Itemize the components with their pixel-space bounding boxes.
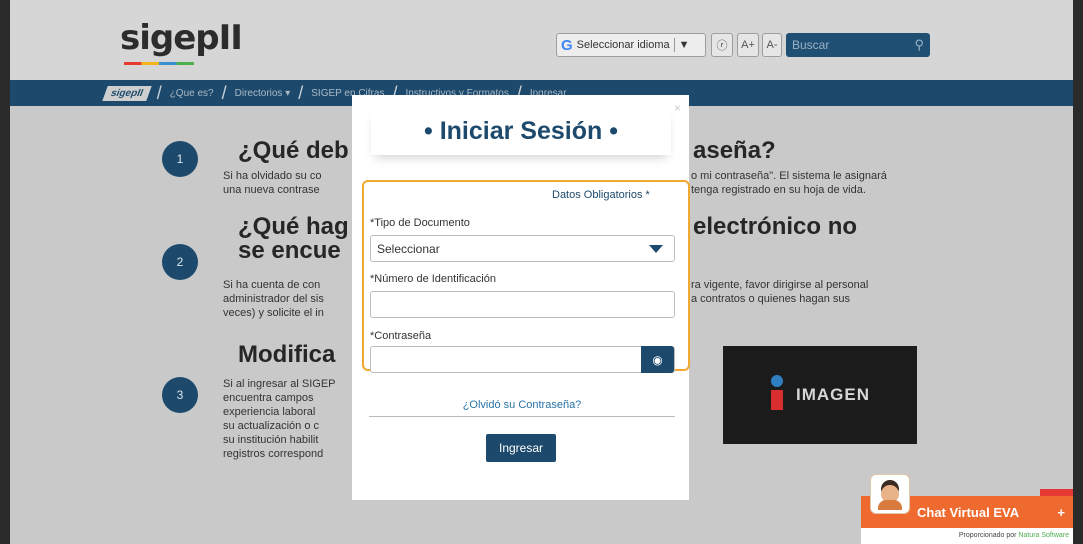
doc-type-value: Seleccionar: [377, 241, 440, 256]
nav-item-que-es[interactable]: ¿Que es?: [170, 88, 214, 99]
modal-title: • Iniciar Sesión •: [371, 107, 671, 155]
password-label: *Contraseña: [370, 330, 432, 342]
page-frame: sigepII G Seleccionar idioma ▼ ⓡ A+ A- B…: [10, 0, 1073, 544]
login-button[interactable]: Ingresar: [486, 434, 556, 462]
close-icon[interactable]: ×: [674, 101, 681, 115]
divider: /: [156, 82, 162, 103]
logo-stripe: [124, 62, 194, 65]
step-title-right: aseña?: [693, 137, 776, 164]
sigep-logo[interactable]: sigepII: [120, 18, 243, 65]
image-label: IMAGEN: [796, 385, 870, 404]
rss-icon: ⓡ: [716, 40, 728, 52]
password-input[interactable]: ◉: [370, 346, 675, 373]
nav-item-directorios[interactable]: Directorios ▾: [235, 88, 291, 99]
eye-icon[interactable]: ◉: [641, 346, 674, 373]
avatar-body: [878, 500, 902, 510]
chat-powered-by: Proporcionado por Natura Software: [861, 528, 1073, 544]
powered-label: Proporcionado por: [958, 532, 1017, 539]
step-number: 2: [162, 244, 198, 280]
vendor-name: Natura Software: [1018, 532, 1069, 539]
font-decrease-button[interactable]: A-: [762, 33, 782, 57]
rss-button[interactable]: ⓡ: [711, 33, 733, 57]
step-text: Si al ingresar al SIGEP encuentra campos…: [223, 378, 336, 460]
step-text: Si ha cuenta de con administrador del si…: [223, 279, 324, 319]
divider: /: [298, 82, 304, 103]
site-header: sigepII G Seleccionar idioma ▼ ⓡ A+ A- B…: [10, 0, 1073, 80]
google-icon: G: [561, 36, 573, 54]
id-number-input[interactable]: [370, 291, 675, 318]
language-selector[interactable]: G Seleccionar idioma ▼: [556, 33, 706, 57]
step-text-right: ra vigente, favor dirigirse al personal …: [691, 279, 869, 305]
chevron-down-icon[interactable]: [638, 236, 674, 261]
required-note: Datos Obligatorios *: [552, 189, 650, 201]
doc-type-select[interactable]: Seleccionar: [370, 235, 675, 262]
forgot-password-link[interactable]: ¿Olvidó su Contraseña?: [369, 399, 675, 417]
divider: /: [221, 82, 227, 103]
step-title-line2: se encue: [238, 237, 341, 264]
nav-label: Directorios: [234, 87, 283, 99]
chevron-down-icon: ▼: [678, 39, 690, 51]
font-increase-button[interactable]: A+: [737, 33, 759, 57]
login-modal: × • Iniciar Sesión • Datos Obligatorios …: [352, 95, 690, 500]
divider: [673, 38, 675, 52]
logo-text: sigepII: [120, 18, 243, 58]
search-icon[interactable]: ⚲: [914, 37, 924, 53]
doc-type-label: *Tipo de Documento: [370, 217, 470, 229]
nav-home[interactable]: sigepII: [102, 85, 152, 101]
search-input[interactable]: Buscar ⚲: [786, 33, 930, 57]
image-icon: [770, 375, 784, 415]
chat-avatar[interactable]: [870, 474, 910, 514]
image-placeholder: IMAGEN: [723, 346, 917, 444]
search-placeholder: Buscar: [792, 38, 830, 52]
plus-icon[interactable]: +: [1057, 505, 1065, 520]
step-title: Modifica: [238, 341, 336, 368]
step-number: 1: [162, 141, 198, 177]
step-text: Si ha olvidado su co una nueva contrase: [223, 170, 322, 196]
step-text-right: o mi contraseña". El sistema le asignará…: [691, 170, 887, 196]
step-title: ¿Qué deb: [238, 137, 349, 164]
language-label: Seleccionar idioma: [576, 39, 670, 51]
step-title-right: electrónico no: [693, 213, 858, 240]
step-number: 3: [162, 377, 198, 413]
chat-title[interactable]: Chat Virtual EVA: [917, 505, 1019, 520]
id-label: *Número de Identificación: [370, 273, 496, 285]
